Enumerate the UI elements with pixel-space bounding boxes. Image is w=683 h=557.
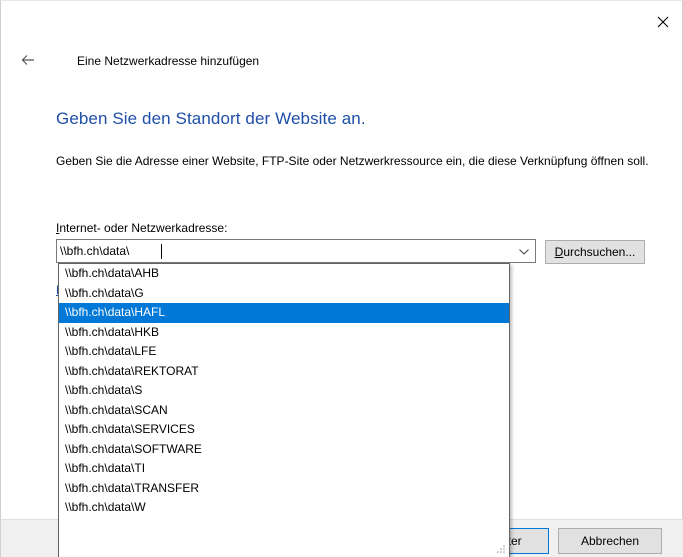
page-description: Geben Sie die Adresse einer Website, FTP… [56,154,649,168]
dropdown-item[interactable]: \\bfh.ch\data\TI [59,459,509,479]
address-label-text: nternet- oder Netzwerkadresse: [59,221,228,235]
back-arrow-icon [21,55,34,65]
address-combobox[interactable] [56,239,536,263]
close-button[interactable] [650,11,676,33]
resize-grip-icon[interactable] [496,544,506,554]
dropdown-item[interactable]: \\bfh.ch\data\REKTORAT [59,362,509,382]
dropdown-item[interactable]: \\bfh.ch\data\S [59,381,509,401]
cancel-button[interactable]: Abbrechen [558,528,662,554]
dropdown-item[interactable]: \\bfh.ch\data\SOFTWARE [59,440,509,460]
dropdown-items: \\bfh.ch\data\AHB \\bfh.ch\data\G \\bfh.ch… [59,264,509,518]
dropdown-item[interactable]: \\bfh.ch\data\G [59,284,509,304]
browse-button[interactable]: Durchsuchen... [545,240,645,264]
dropdown-item[interactable]: \\bfh.ch\data\HKB [59,323,509,343]
close-icon [657,16,669,28]
dropdown-item[interactable]: \\bfh.ch\data\LFE [59,342,509,362]
address-field-label: Internet- oder Netzwerkadresse: [56,221,227,235]
dropdown-item[interactable]: \\bfh.ch\data\SCAN [59,401,509,421]
dropdown-item[interactable]: \\bfh.ch\data\TRANSFER [59,479,509,499]
page-heading: Geben Sie den Standort der Website an. [56,109,366,128]
back-button[interactable] [17,50,39,70]
chevron-down-icon [519,249,529,255]
text-caret [161,244,162,259]
dropdown-item[interactable]: \\bfh.ch\data\AHB [59,264,509,284]
dropdown-item[interactable]: \\bfh.ch\data\W [59,498,509,518]
wizard-title: Eine Netzwerkadresse hinzufügen [77,54,260,68]
dropdown-item[interactable]: \\bfh.ch\data\HAFL [59,303,509,323]
dropdown-toggle[interactable] [517,245,531,259]
browse-mnemonic: D [554,245,564,259]
address-input[interactable] [60,242,510,260]
browse-label: urchsuchen... [563,245,636,259]
address-dropdown-list[interactable]: \\bfh.ch\data\AHB \\bfh.ch\data\G \\bfh.ch… [58,263,510,557]
add-network-location-dialog: Eine Netzwerkadresse hinzufügen Geben Si… [0,0,683,557]
dropdown-item[interactable]: \\bfh.ch\data\SERVICES [59,420,509,440]
